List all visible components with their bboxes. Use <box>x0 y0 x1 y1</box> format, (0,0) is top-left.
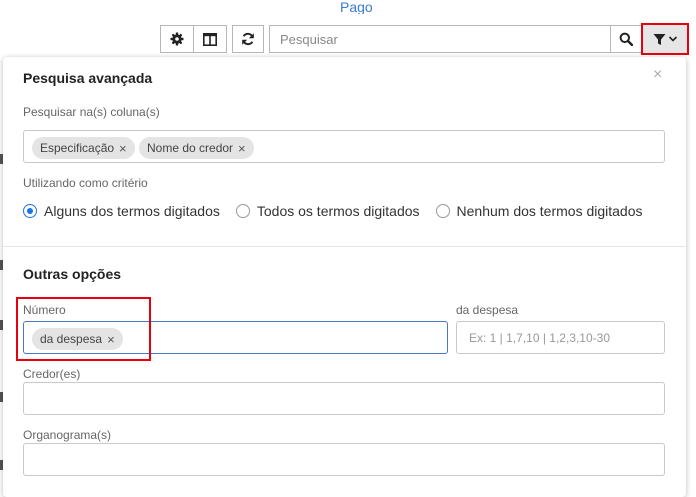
refresh-button[interactable] <box>232 25 264 53</box>
top-link[interactable]: Pago <box>340 0 373 14</box>
radio-unselected[interactable] <box>235 204 250 218</box>
panel-title: Pesquisa avançada <box>23 70 153 86</box>
criteria-option-label: Alguns dos termos digitados <box>44 203 220 219</box>
column-chip-label: Especificação <box>40 141 115 155</box>
criteria-radio-group: Alguns dos termos digitados Todos os ter… <box>23 203 643 219</box>
refresh-icon <box>242 32 254 46</box>
other-options-title: Outras opções <box>23 266 122 282</box>
columns-toggle-button[interactable] <box>193 25 227 53</box>
column-chip-label: Nome do credor <box>147 141 234 155</box>
criteria-option-label: Nenhum dos termos digitados <box>456 203 643 219</box>
advanced-filter-button[interactable] <box>641 23 689 55</box>
despesa-number-input[interactable] <box>456 321 665 354</box>
close-icon[interactable]: × <box>653 67 662 83</box>
criteria-option-some[interactable]: Alguns dos termos digitados <box>23 203 220 219</box>
settings-button[interactable] <box>160 25 194 53</box>
search-field[interactable] <box>269 25 611 53</box>
gear-icon <box>170 32 184 46</box>
radio-selected[interactable] <box>23 204 37 218</box>
remove-chip-icon[interactable]: × <box>119 141 127 156</box>
column-chip: Especificação × <box>32 137 135 159</box>
advanced-search-panel: Pesquisa avançada × Pesquisar na(s) colu… <box>3 57 686 497</box>
filter-icon <box>653 33 665 45</box>
search-icon <box>619 32 633 46</box>
columns-label: Pesquisar na(s) coluna(s) <box>23 105 160 119</box>
column-chip: Nome do credor × <box>139 137 254 159</box>
organograma-label: Organograma(s) <box>23 428 112 442</box>
criteria-option-none[interactable]: Nenhum dos termos digitados <box>435 203 643 219</box>
criteria-option-label: Todos os termos digitados <box>256 203 420 219</box>
columns-select[interactable]: Especificação × Nome do credor × <box>23 130 665 163</box>
search-input[interactable] <box>270 26 611 52</box>
chevron-down-icon <box>668 36 677 42</box>
radio-unselected[interactable] <box>435 204 450 218</box>
despesa-label: da despesa <box>456 303 519 317</box>
section-divider <box>3 246 686 247</box>
criteria-option-all[interactable]: Todos os termos digitados <box>235 203 420 219</box>
remove-chip-icon[interactable]: × <box>238 141 246 156</box>
organograma-select[interactable] <box>23 443 665 476</box>
criteria-label: Utilizando como critério <box>23 176 148 190</box>
search-button[interactable] <box>610 25 642 53</box>
credor-label: Credor(es) <box>23 367 81 381</box>
numero-highlight-box <box>16 297 151 361</box>
columns-icon <box>203 32 217 46</box>
credor-select[interactable] <box>23 382 665 415</box>
